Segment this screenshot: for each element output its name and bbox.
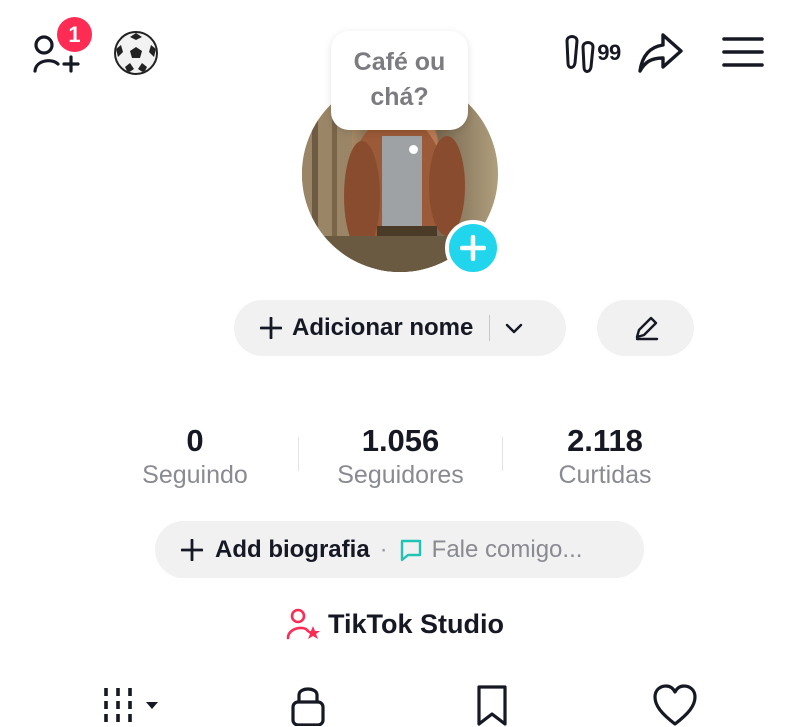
menu-icon [722, 37, 764, 67]
plus-icon [460, 235, 486, 261]
following-label: Seguindo [142, 461, 248, 489]
stat-following[interactable]: 0 Seguindo [125, 424, 265, 492]
edit-profile-button[interactable] [597, 300, 694, 356]
notification-badge: 1 [57, 17, 92, 52]
bookmark-icon [477, 685, 507, 726]
likes-label: Curtidas [558, 461, 652, 489]
add-avatar-button[interactable] [445, 220, 501, 276]
tab-videos[interactable] [98, 684, 164, 727]
share-icon [638, 33, 683, 73]
add-bio-label: Add biografia [215, 535, 370, 563]
chat-icon [400, 539, 421, 561]
plus-icon [260, 317, 282, 339]
bio-separator: · [379, 535, 388, 563]
stat-divider [502, 437, 503, 471]
share-button[interactable] [636, 30, 686, 76]
chevron-down-icon[interactable] [504, 321, 524, 335]
plus-icon [181, 538, 203, 561]
note-bubble[interactable]: Café ou chá? [331, 31, 468, 130]
pencil-icon [635, 316, 658, 341]
tiktok-studio-label: TikTok Studio [328, 608, 505, 639]
soccer-ball-icon[interactable] [114, 31, 158, 75]
lock-icon [291, 687, 325, 726]
tab-private[interactable] [286, 684, 330, 727]
followers-label: Seguidores [337, 461, 464, 489]
grid-icon [104, 688, 158, 724]
add-name-button[interactable]: Adicionar nome [234, 300, 566, 356]
profile-views-button[interactable]: 99 [560, 32, 624, 74]
pill-divider [489, 315, 491, 341]
profile-views-count: 99 [597, 40, 621, 65]
menu-button[interactable] [720, 32, 766, 72]
tiktok-studio-link[interactable]: TikTok Studio [286, 604, 504, 644]
bio-hint: Fale comigo... [431, 535, 583, 563]
stat-followers[interactable]: 1.056 Seguidores [318, 424, 483, 492]
footprint-icon [565, 35, 595, 73]
heart-icon [653, 684, 697, 726]
stat-divider [298, 437, 299, 471]
following-count: 0 [186, 423, 204, 458]
followers-count: 1.056 [361, 423, 440, 458]
note-bubble-text: Café ou chá? [353, 48, 446, 111]
add-bio-button[interactable]: Add biografia · Fale comigo... [155, 521, 644, 578]
likes-count: 2.118 [567, 423, 643, 458]
stat-likes[interactable]: 2.118 Curtidas [535, 424, 675, 492]
add-name-label: Adicionar nome [292, 314, 474, 341]
tab-saved[interactable] [472, 684, 512, 727]
note-bubble-pointer [409, 145, 418, 154]
studio-user-star-icon [286, 608, 320, 640]
tab-liked[interactable] [651, 684, 699, 727]
